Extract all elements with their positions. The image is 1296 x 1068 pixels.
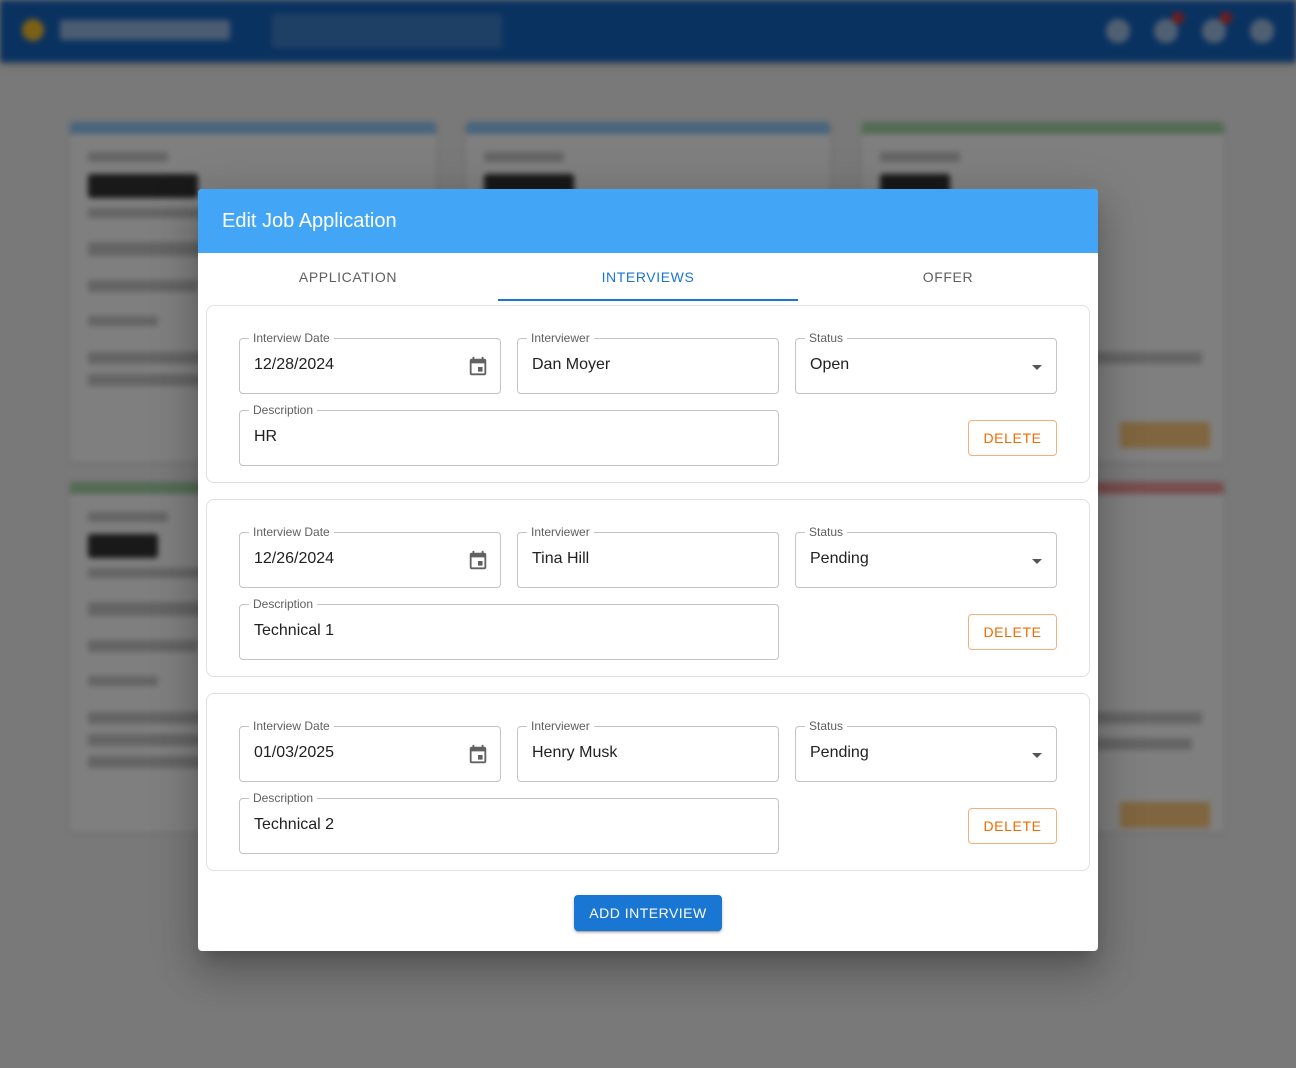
dialog-title: Edit Job Application — [222, 209, 397, 232]
interview-date-value: 01/03/2025 — [254, 744, 335, 761]
interview-date-field[interactable]: Interview Date 12/28/2024 — [239, 331, 501, 394]
tab-application[interactable]: APPLICATION — [198, 253, 498, 301]
interview-card: Interview Date 01/03/2025 Interviewer He… — [206, 693, 1090, 871]
interviewer-field[interactable]: Interviewer Dan Moyer — [517, 331, 779, 394]
status-label: Status — [805, 331, 848, 345]
interview-date-label: Interview Date — [249, 719, 334, 733]
delete-interview-button[interactable]: DELETE — [968, 420, 1057, 456]
description-label: Description — [249, 403, 318, 417]
delete-interview-button[interactable]: DELETE — [968, 808, 1057, 844]
interviewer-field[interactable]: Interviewer Henry Musk — [517, 719, 779, 782]
interview-date-field[interactable]: Interview Date 12/26/2024 — [239, 525, 501, 588]
arrow-drop-down-icon — [1032, 365, 1042, 370]
arrow-drop-down-icon — [1032, 559, 1042, 564]
edit-job-application-dialog: Edit Job Application APPLICATION INTERVI… — [198, 189, 1098, 951]
interviewer-label: Interviewer — [527, 331, 594, 345]
description-field[interactable]: Description Technical 1 — [239, 597, 779, 660]
interview-card: Interview Date 12/26/2024 Interviewer Ti… — [206, 499, 1090, 677]
status-value: Open — [810, 356, 850, 373]
description-label: Description — [249, 791, 318, 805]
calendar-icon[interactable] — [467, 744, 489, 766]
description-value: Technical 1 — [254, 622, 335, 639]
status-select[interactable]: Status Pending — [795, 525, 1057, 588]
interviewer-value: Tina Hill — [532, 550, 590, 567]
status-select[interactable]: Status Open — [795, 331, 1057, 394]
status-value: Pending — [810, 550, 869, 567]
description-value: Technical 2 — [254, 816, 335, 833]
interviews-panel: Interview Date 12/28/2024 Interviewer Da… — [198, 301, 1098, 931]
description-field[interactable]: Description Technical 2 — [239, 791, 779, 854]
interviewer-value: Henry Musk — [532, 744, 618, 761]
calendar-icon[interactable] — [467, 550, 489, 572]
status-label: Status — [805, 719, 848, 733]
delete-interview-button[interactable]: DELETE — [968, 614, 1057, 650]
interviewer-label: Interviewer — [527, 719, 594, 733]
tab-offer[interactable]: OFFER — [798, 253, 1098, 301]
interview-date-value: 12/26/2024 — [254, 550, 335, 567]
interview-date-field[interactable]: Interview Date 01/03/2025 — [239, 719, 501, 782]
calendar-icon[interactable] — [467, 356, 489, 378]
dialog-tabs: APPLICATION INTERVIEWS OFFER — [198, 253, 1098, 301]
arrow-drop-down-icon — [1032, 753, 1042, 758]
status-value: Pending — [810, 744, 869, 761]
interview-date-label: Interview Date — [249, 331, 334, 345]
interviewer-value: Dan Moyer — [532, 356, 611, 373]
description-label: Description — [249, 597, 318, 611]
tab-interviews[interactable]: INTERVIEWS — [498, 253, 798, 301]
add-interview-button[interactable]: ADD INTERVIEW — [574, 895, 722, 931]
status-label: Status — [805, 525, 848, 539]
interviewer-label: Interviewer — [527, 525, 594, 539]
add-interview-row: ADD INTERVIEW — [206, 887, 1090, 931]
interviewer-field[interactable]: Interviewer Tina Hill — [517, 525, 779, 588]
description-field[interactable]: Description HR — [239, 403, 779, 466]
interview-date-value: 12/28/2024 — [254, 356, 335, 373]
interview-date-label: Interview Date — [249, 525, 334, 539]
interview-card: Interview Date 12/28/2024 Interviewer Da… — [206, 305, 1090, 483]
description-value: HR — [254, 428, 278, 445]
status-select[interactable]: Status Pending — [795, 719, 1057, 782]
dialog-header: Edit Job Application — [198, 189, 1098, 253]
